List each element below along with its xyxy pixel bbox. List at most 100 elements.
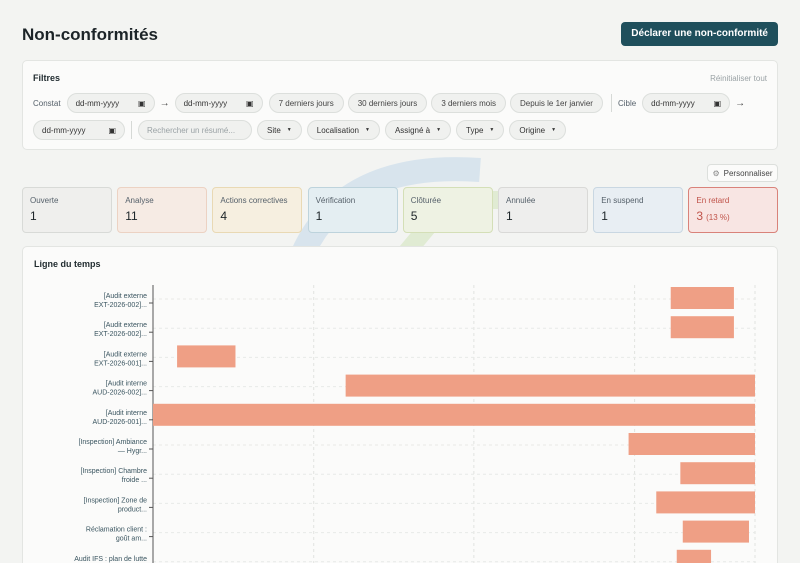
status-count-value: 11 — [125, 209, 138, 223]
timeline-row-label: product... — [118, 506, 147, 513]
status-label: Annulée — [506, 196, 536, 205]
cible-date-from[interactable]: dd-mm-yyyy ▣ — [642, 93, 731, 113]
date-placeholder: dd-mm-yyyy — [42, 125, 86, 135]
status-count: 1 — [601, 209, 675, 223]
preset-30-days[interactable]: 30 derniers jours — [347, 93, 428, 113]
timeline-row-label: EXT-2026-002]... — [94, 331, 147, 338]
status-card-verification[interactable]: Vérification 1 — [307, 187, 398, 233]
cible-label: Cible — [617, 98, 637, 108]
status-card-analysis[interactable]: Analyse 11 — [117, 187, 208, 233]
status-card-cancelled[interactable]: Annulée 1 — [498, 187, 588, 233]
status-count: 11 — [125, 209, 199, 223]
timeline-bar[interactable] — [628, 433, 755, 455]
cible-date-to[interactable]: dd-mm-yyyy ▣ — [33, 120, 125, 140]
status-card-closed[interactable]: Clôturée 5 — [402, 187, 493, 233]
date-placeholder: dd-mm-yyyy — [183, 98, 228, 108]
timeline-bar[interactable] — [153, 403, 755, 426]
timeline-bar[interactable] — [670, 287, 734, 309]
timeline-chart: [Audit externe EXT-2026-002]... [Audit ext… — [74, 285, 756, 563]
calendar-icon[interactable]: ▣ — [108, 126, 116, 135]
timeline-bar[interactable] — [177, 345, 236, 368]
status-label: Ouverte — [30, 196, 59, 205]
localisation-dropdown-label: Localisation — [316, 125, 359, 135]
timeline-row-label: EXT-2026-002]... — [94, 302, 147, 309]
timeline-row-label: [Inspection] Ambiance — [79, 439, 148, 446]
status-count: 1 — [506, 209, 580, 223]
status-count: 3 (13 %) — [696, 209, 770, 223]
status-card-open[interactable]: Ouverte 1 — [22, 187, 112, 233]
filters-title: Filtres — [33, 73, 61, 83]
reset-all-link[interactable]: Réinitialiser tout — [710, 74, 767, 83]
timeline-row-label: froide ... — [122, 477, 147, 484]
status-label: En suspend — [601, 196, 644, 205]
status-label: Clôturée — [410, 196, 442, 205]
status-card-corrective-actions[interactable]: Actions correctives 4 — [212, 187, 303, 233]
chevron-down-icon: ▼ — [436, 127, 442, 133]
timeline-row-label: [Audit externe — [104, 322, 147, 329]
date-placeholder: dd-mm-yyyy — [75, 98, 120, 108]
status-card-suspended[interactable]: En suspend 1 — [593, 187, 684, 233]
localisation-dropdown[interactable]: Localisation ▼ — [306, 120, 380, 140]
status-label: Vérification — [315, 196, 356, 205]
status-count-value: 1 — [601, 209, 608, 223]
status-count-value: 1 — [315, 209, 323, 223]
status-count: 5 — [411, 209, 485, 223]
status-count-value: 1 — [30, 209, 37, 223]
constat-date-to[interactable]: dd-mm-yyyy ▣ — [174, 93, 263, 113]
type-dropdown[interactable]: Type ▼ — [456, 120, 505, 140]
timeline-row-label: [Inspection] Zone de — [84, 497, 148, 504]
status-count-value: 5 — [410, 209, 418, 223]
chevron-down-icon: ▼ — [286, 127, 292, 133]
timeline-row-label: [Audit externe — [104, 293, 147, 300]
status-card-overdue[interactable]: En retard 3 (13 %) — [688, 187, 779, 233]
constat-label: Constat — [33, 98, 61, 108]
status-count-value: 4 — [220, 209, 228, 223]
filters-row-1: Constat dd-mm-yyyy ▣ → dd-mm-yyyy ▣ 7 de… — [33, 93, 767, 113]
timeline-panel: Ligne du temps [Audit externe EXT-2026-00… — [22, 246, 778, 563]
page-header: Non-conformités Déclarer une non-conform… — [22, 22, 778, 48]
chevron-down-icon: ▼ — [489, 127, 495, 133]
customize-label: Personnaliser — [723, 168, 773, 178]
timeline-bar[interactable] — [682, 520, 749, 543]
calendar-icon[interactable]: ▣ — [714, 99, 722, 108]
date-placeholder: dd-mm-yyyy — [651, 98, 695, 108]
origin-dropdown[interactable]: Origine ▼ — [509, 120, 567, 140]
site-dropdown-label: Site — [267, 125, 281, 135]
assignee-dropdown-label: Assigné à — [394, 125, 431, 135]
type-dropdown-label: Type — [466, 125, 484, 135]
status-label: Analyse — [125, 196, 154, 205]
status-count: 1 — [316, 209, 390, 223]
customize-button[interactable]: ⚙ Personnaliser — [707, 164, 778, 182]
calendar-icon[interactable]: ▣ — [246, 99, 254, 108]
chevron-down-icon: ▼ — [365, 127, 370, 133]
arrow-right-icon: → — [735, 97, 746, 109]
timeline-bar[interactable] — [670, 316, 734, 339]
page-title: Non-conformités — [22, 25, 158, 44]
timeline-row-label: Audit IFS : plan de lutte — [74, 556, 147, 563]
timeline-row-label: goût am... — [116, 536, 147, 543]
status-count-value: 3 — [696, 209, 704, 223]
timeline-bar[interactable] — [656, 491, 755, 514]
timeline-bar[interactable] — [680, 462, 755, 485]
timeline-row-label: AUD-2026-001]... — [93, 419, 148, 426]
declare-nonconformity-button[interactable]: Déclarer une non-conformité — [621, 22, 778, 46]
timeline-row-label: EXT-2026-001]... — [94, 360, 147, 367]
constat-date-from[interactable]: dd-mm-yyyy ▣ — [66, 93, 155, 113]
filters-panel: Filtres Réinitialiser tout Constat dd-mm… — [22, 60, 778, 150]
preset-since-january[interactable]: Depuis le 1er janvier — [510, 93, 603, 113]
timeline-bar[interactable] — [676, 549, 712, 563]
site-dropdown[interactable]: Site ▼ — [257, 120, 302, 140]
search-summary-input[interactable]: Rechercher un résumé... — [138, 120, 252, 140]
timeline-row-label: [Audit interne — [106, 410, 147, 417]
preset-7-days[interactable]: 7 derniers jours — [268, 93, 344, 113]
status-label: En retard — [696, 196, 730, 205]
status-count: 4 — [220, 209, 294, 223]
divider — [610, 94, 612, 112]
calendar-icon[interactable]: ▣ — [138, 99, 146, 108]
preset-3-months[interactable]: 3 derniers mois — [431, 93, 506, 113]
assignee-dropdown[interactable]: Assigné à ▼ — [384, 120, 452, 140]
origin-dropdown-label: Origine — [519, 125, 546, 135]
timeline-bar[interactable] — [345, 374, 755, 397]
status-count: 1 — [30, 209, 104, 223]
status-label: Actions correctives — [220, 196, 288, 205]
